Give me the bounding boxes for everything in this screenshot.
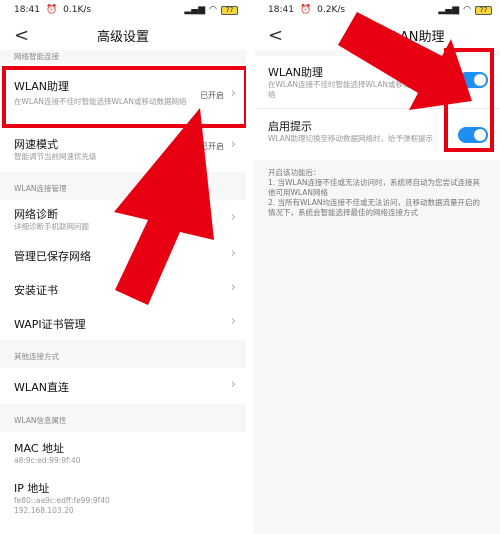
advanced-settings-screen: 18:41 ⏰ 0.1K/s ▂▄▆ ◠ 77 < 高级设置 网络智能连接 WL… <box>0 0 246 534</box>
manage-group: 网络诊断 详细诊断手机联网问题 › 管理已保存网络 › 安装证书 › WAPI证… <box>0 200 246 340</box>
ip-address-item: IP 地址 fe80::aa9c:edff:fe99:9f40 192.168.… <box>0 474 246 516</box>
note-title: 开启该功能后： <box>268 168 321 177</box>
wapi-cert-label: WAPI证书管理 <box>14 318 86 331</box>
signal-icon: ▂▄▆ <box>438 5 460 15</box>
ipv4-address-value: 192.168.103.20 <box>14 506 74 515</box>
saved-networks-item[interactable]: 管理已保存网络 › <box>0 240 246 272</box>
back-icon[interactable]: < <box>268 25 283 46</box>
feature-note: 开启该功能后： 1. 当WLAN连接不佳或无法访问时，系统将自动为您尝试连接其他… <box>254 168 500 218</box>
wlan-direct-item[interactable]: WLAN直连 › <box>0 368 246 404</box>
title-bar: < 高级设置 <box>0 20 246 50</box>
alarm-icon: ⏰ <box>45 5 58 15</box>
section-header-manage: WLAN连接管理 <box>14 184 67 193</box>
section-header-info: WLAN信息属性 <box>14 416 67 425</box>
section-header-smart: 网络智能连接 <box>14 52 59 61</box>
network-mode-item[interactable]: 网速模式 智能调节当前网速优先级 已开启 › <box>0 128 246 172</box>
status-bar: 18:41 ⏰ 0.1K/s ▂▄▆ ◠ 77 <box>0 0 246 20</box>
chevron-right-icon: › <box>230 246 236 261</box>
alarm-icon: ⏰ <box>299 5 312 15</box>
title-bar: < WLAN助理 <box>254 20 500 50</box>
mac-address-value: a8:9c:ed:99:9f:40 <box>14 456 81 465</box>
page-title: WLAN助理 <box>379 29 445 45</box>
chevron-right-icon: › <box>230 280 236 295</box>
section-header-other: 其他连接方式 <box>14 352 59 361</box>
status-net-speed: 0.2K/s <box>317 5 346 15</box>
battery-icon: 77 <box>221 5 238 15</box>
enable-prompt-sub: WLAN助理切换至移动数据网络时，给予弹框提示 <box>268 134 434 143</box>
other-group: WLAN直连 › <box>0 368 246 404</box>
status-net-speed: 0.1K/s <box>63 5 92 15</box>
wifi-icon: ◠ <box>209 5 217 15</box>
saved-networks-label: 管理已保存网络 <box>14 250 91 263</box>
highlight-box <box>2 66 246 128</box>
wifi-icon: ◠ <box>463 5 471 15</box>
install-cert-label: 安装证书 <box>14 284 58 297</box>
note-item-1: 1. 当WLAN连接不佳或无法访问时，系统将自动为您尝试连接其他可用WLAN网络 <box>268 178 481 197</box>
status-time: 18:41 <box>268 5 294 15</box>
chevron-right-icon: › <box>230 210 236 225</box>
mac-address-label: MAC 地址 <box>14 442 64 455</box>
network-mode-sub: 智能调节当前网速优先级 <box>14 152 97 161</box>
info-group: MAC 地址 a8:9c:ed:99:9f:40 IP 地址 fe80::aa9… <box>0 432 246 534</box>
signal-icon: ▂▄▆ <box>184 5 206 15</box>
back-icon[interactable]: < <box>14 25 29 46</box>
network-diagnose-item[interactable]: 网络诊断 详细诊断手机联网问题 › <box>0 200 246 240</box>
wlan-assistant-sub: 在WLAN连接不佳时智能选择WLAN或移动数据网络 <box>268 80 434 99</box>
note-item-2: 2. 当所有WLAN均连接不佳或无法访问，且移动数据流量开启的情况下，系统会智能… <box>268 198 481 217</box>
page-title: 高级设置 <box>96 29 149 45</box>
battery-icon: 77 <box>475 5 492 15</box>
status-time: 18:41 <box>14 5 40 15</box>
wlan-assistant-screen: 18:41 ⏰ 0.2K/s ▂▄▆ ◠ 77 < WLAN助理 WLAN助理 … <box>254 0 500 534</box>
ipv6-address-value: fe80::aa9c:edff:fe99:9f40 <box>14 496 110 505</box>
chevron-right-icon: › <box>230 314 236 329</box>
network-diagnose-label: 网络诊断 <box>14 208 58 221</box>
mac-address-item: MAC 地址 a8:9c:ed:99:9f:40 <box>0 432 246 474</box>
install-cert-item[interactable]: 安装证书 › <box>0 272 246 306</box>
highlight-box <box>444 48 494 152</box>
chevron-right-icon: › <box>230 137 236 152</box>
network-diagnose-sub: 详细诊断手机联网问题 <box>14 222 89 231</box>
chevron-right-icon: › <box>230 377 236 392</box>
wapi-cert-item[interactable]: WAPI证书管理 › <box>0 306 246 340</box>
status-bar: 18:41 ⏰ 0.2K/s ▂▄▆ ◠ 77 <box>254 0 500 20</box>
wlan-direct-label: WLAN直连 <box>14 381 70 394</box>
network-mode-status: 已开启 <box>200 142 224 151</box>
ip-address-label: IP 地址 <box>14 482 50 495</box>
